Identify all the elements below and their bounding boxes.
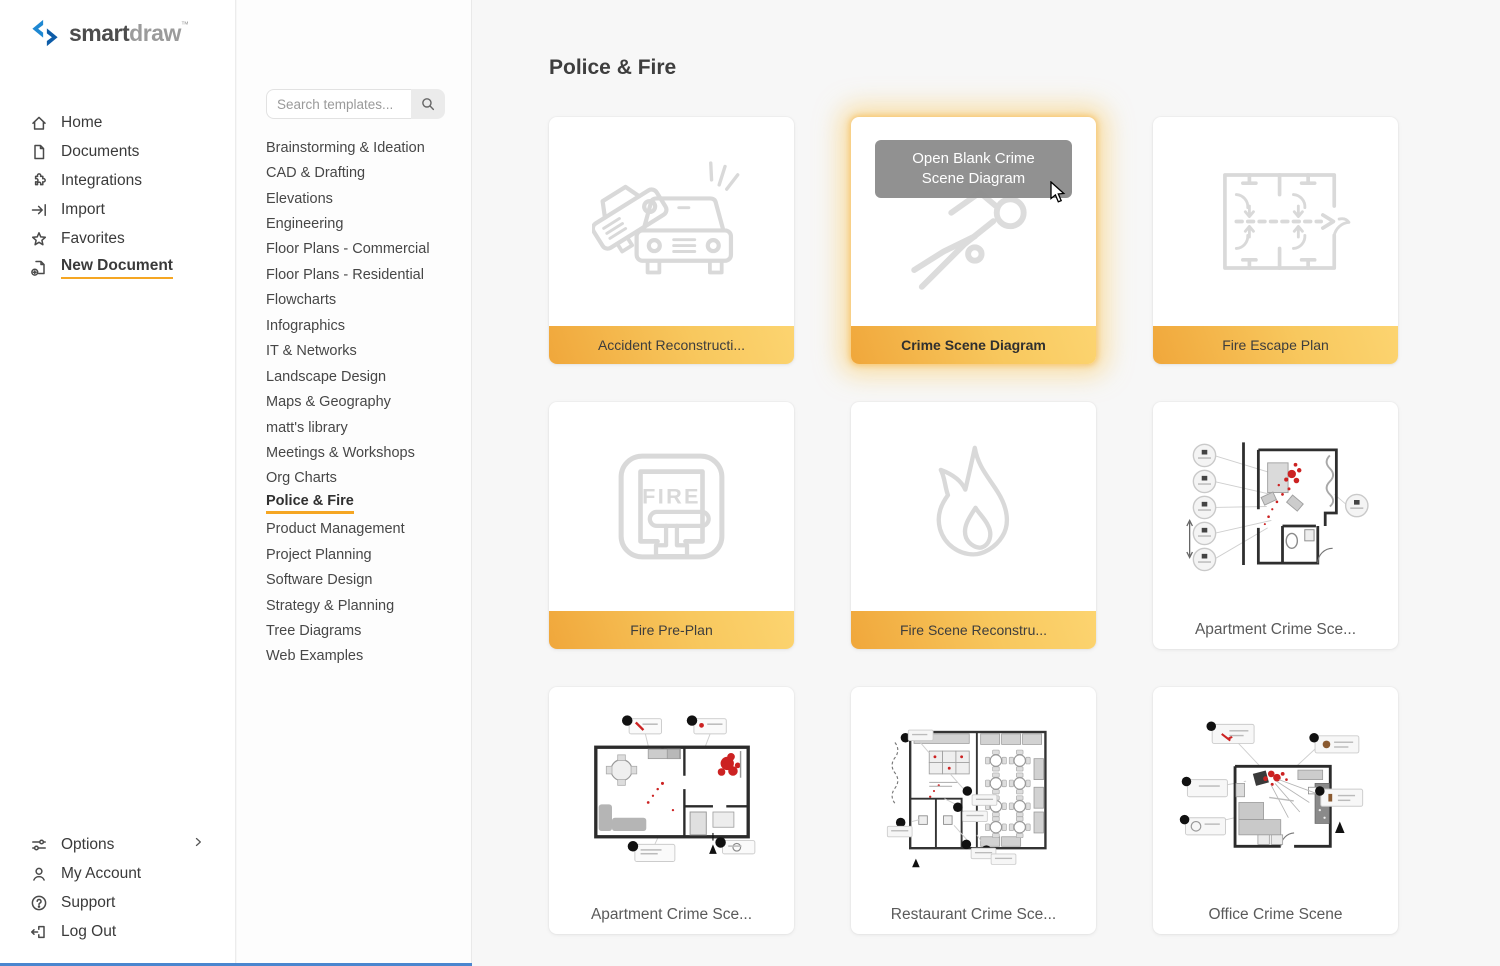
template-card-fire-pre-plan[interactable]: FIRE Fire Pre-Plan (549, 402, 794, 649)
category-item[interactable]: Brainstorming & Ideation (266, 135, 463, 160)
template-card-accident-reconstruction[interactable]: Accident Reconstructi... (549, 117, 794, 364)
chevron-right-icon (191, 835, 205, 854)
page-title: Police & Fire (549, 56, 676, 80)
svg-text:FIRE: FIRE (642, 483, 701, 508)
sidebar-item-support[interactable]: Support (0, 888, 235, 917)
fire-escape-plan-icon (1153, 117, 1398, 326)
sidebar-item-new-document[interactable]: New Document (0, 253, 235, 282)
category-item[interactable]: Meetings & Workshops (266, 440, 463, 465)
search-button[interactable] (411, 89, 445, 119)
sidebar-item-import[interactable]: Import (0, 195, 235, 224)
template-card-label: Fire Escape Plan (1153, 326, 1398, 364)
template-card-crime-scene-diagram[interactable]: Open Blank Crime Scene Diagram Crime Sce… (851, 117, 1096, 364)
category-item[interactable]: Flowcharts (266, 288, 463, 313)
category-item[interactable]: Floor Plans - Commercial (266, 237, 463, 262)
template-card-fire-scene-reconstruction[interactable]: Fire Scene Reconstru... (851, 402, 1096, 649)
template-card-label: Crime Scene Diagram (851, 326, 1096, 364)
template-card-office-crime-scene[interactable]: Office Crime Scene (1153, 687, 1398, 934)
logout-icon (30, 923, 48, 941)
template-grid: Accident Reconstructi... Open Blank Crim… (549, 117, 1398, 934)
category-item[interactable]: Tree Diagrams (266, 618, 463, 643)
secondary-nav: Options My Account Support Log Out (0, 830, 235, 946)
category-item[interactable]: Infographics (266, 313, 463, 338)
sidebar-item-my-account[interactable]: My Account (0, 859, 235, 888)
template-card-apartment-crime-scene-2[interactable]: Apartment Crime Sce... (549, 687, 794, 934)
category-item[interactable]: Maps & Geography (266, 389, 463, 414)
new-document-icon (30, 259, 48, 277)
search-icon (420, 96, 436, 112)
puzzle-icon (30, 172, 48, 190)
import-icon (30, 201, 48, 219)
category-item[interactable]: CAD & Drafting (266, 160, 463, 185)
template-category-panel: Brainstorming & Ideation CAD & Drafting … (237, 0, 472, 966)
sidebar-item-log-out[interactable]: Log Out (0, 917, 235, 946)
smartdraw-logo[interactable]: smartdraw™ (30, 19, 188, 47)
document-icon (30, 143, 48, 161)
template-search (266, 89, 445, 119)
search-input[interactable] (266, 89, 411, 119)
fire-alarm-icon: FIRE (549, 402, 794, 611)
category-item[interactable]: Police & Fire (266, 491, 463, 516)
category-item[interactable]: Strategy & Planning (266, 593, 463, 618)
template-card-label: Office Crime Scene (1153, 896, 1398, 934)
category-item[interactable]: Web Examples (266, 644, 463, 669)
category-item[interactable]: Software Design (266, 567, 463, 592)
home-icon (30, 114, 48, 132)
category-item[interactable]: Engineering (266, 211, 463, 236)
flame-icon (851, 402, 1096, 611)
category-item[interactable]: Landscape Design (266, 364, 463, 389)
category-item[interactable]: matt's library (266, 415, 463, 440)
category-item[interactable]: Elevations (266, 186, 463, 211)
template-gallery: Police & Fire (473, 0, 1500, 966)
template-card-label: Accident Reconstructi... (549, 326, 794, 364)
mouse-cursor (1050, 181, 1067, 209)
template-card-apartment-crime-scene[interactable]: Apartment Crime Sce... (1153, 402, 1398, 649)
template-card-label: Restaurant Crime Sce... (851, 896, 1096, 934)
smartdraw-logo-icon (30, 19, 60, 47)
sidebar-item-documents[interactable]: Documents (0, 137, 235, 166)
smartdraw-wordmark: smartdraw™ (69, 20, 188, 47)
category-item[interactable]: IT & Networks (266, 339, 463, 364)
sidebar-item-home[interactable]: Home (0, 108, 235, 137)
apartment-crime-scene-2-thumbnail (549, 687, 794, 896)
template-card-restaurant-crime-scene[interactable]: Restaurant Crime Sce... (851, 687, 1096, 934)
left-sidebar: smartdraw™ Home Documents Integrations I… (0, 0, 236, 966)
category-list: Brainstorming & Ideation CAD & Drafting … (266, 135, 463, 669)
sliders-icon (30, 836, 48, 854)
user-icon (30, 865, 48, 883)
primary-nav: Home Documents Integrations Import Favor… (0, 108, 235, 282)
car-crash-icon (549, 117, 794, 326)
category-item[interactable]: Product Management (266, 517, 463, 542)
template-card-label: Fire Scene Reconstru... (851, 611, 1096, 649)
restaurant-crime-scene-thumbnail (851, 687, 1096, 896)
office-crime-scene-thumbnail (1153, 687, 1398, 896)
star-icon (30, 230, 48, 248)
sidebar-item-options[interactable]: Options (0, 830, 235, 859)
help-icon (30, 894, 48, 912)
open-blank-template-tooltip[interactable]: Open Blank Crime Scene Diagram (875, 140, 1072, 198)
template-card-label: Fire Pre-Plan (549, 611, 794, 649)
sidebar-item-integrations[interactable]: Integrations (0, 166, 235, 195)
category-item[interactable]: Org Charts (266, 466, 463, 491)
template-card-label: Apartment Crime Sce... (1153, 611, 1398, 649)
template-card-fire-escape-plan[interactable]: Fire Escape Plan (1153, 117, 1398, 364)
apartment-crime-scene-thumbnail (1153, 402, 1398, 611)
category-item[interactable]: Project Planning (266, 542, 463, 567)
template-card-label: Apartment Crime Sce... (549, 896, 794, 934)
category-item[interactable]: Floor Plans - Residential (266, 262, 463, 287)
sidebar-item-favorites[interactable]: Favorites (0, 224, 235, 253)
